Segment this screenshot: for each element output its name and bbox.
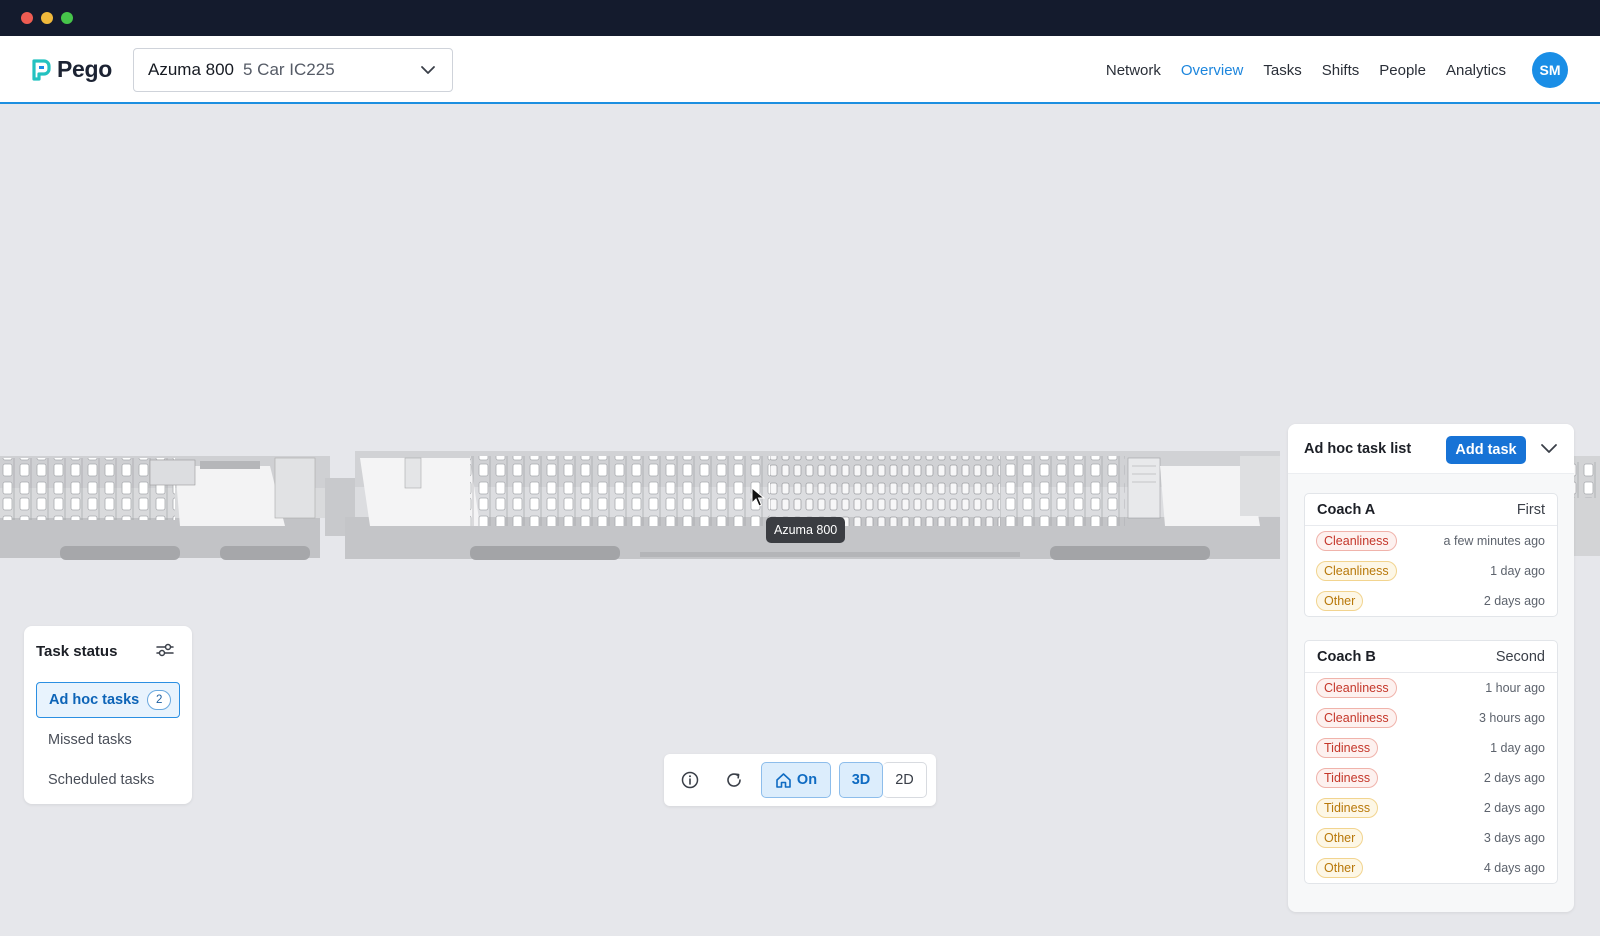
- home-toggle-label: On: [796, 772, 818, 788]
- task-category-tag: Other: [1316, 858, 1364, 878]
- filter-label: Ad hoc tasks: [49, 692, 140, 708]
- app-name: Pego: [57, 56, 113, 82]
- view-2d-button[interactable]: 2D: [883, 762, 927, 798]
- task-time: 4 days ago: [1483, 861, 1545, 875]
- pego-logo-icon: [32, 58, 51, 81]
- task-category-tag: Cleanliness: [1316, 708, 1397, 728]
- task-time: 2 days ago: [1483, 594, 1545, 608]
- coach-header[interactable]: Coach B Second: [1305, 641, 1557, 673]
- task-category-tag: Tidiness: [1316, 768, 1379, 788]
- task-time: 3 hours ago: [1478, 711, 1545, 725]
- task-category-tag: Other: [1316, 828, 1364, 848]
- nav-people[interactable]: People: [1379, 62, 1426, 79]
- refresh-icon: [727, 773, 741, 787]
- task-row[interactable]: Cleanliness a few minutes ago: [1305, 526, 1557, 556]
- filter-label: Missed tasks: [48, 732, 132, 748]
- view-toolbar: On 3D 2D: [664, 754, 936, 806]
- coach-card: Coach B Second Cleanliness 1 hour ago Cl…: [1304, 640, 1558, 884]
- task-category-tag: Cleanliness: [1316, 531, 1397, 551]
- task-row[interactable]: Cleanliness 3 hours ago: [1305, 703, 1557, 733]
- nav-network[interactable]: Network: [1106, 62, 1161, 79]
- coach-class: Second: [1495, 648, 1545, 665]
- ad-hoc-task-list-panel: Ad hoc task list Add task Coach A First …: [1288, 424, 1574, 912]
- close-window-button[interactable]: [21, 12, 33, 24]
- filter-scheduled-tasks[interactable]: Scheduled tasks: [36, 762, 180, 798]
- task-time: a few minutes ago: [1443, 534, 1545, 548]
- task-row[interactable]: Cleanliness 1 hour ago: [1305, 673, 1557, 703]
- nav-analytics[interactable]: Analytics: [1446, 62, 1506, 79]
- app-logo[interactable]: Pego: [31, 56, 112, 83]
- task-list-header: Ad hoc task list Add task: [1288, 424, 1574, 474]
- home-icon: [776, 772, 791, 788]
- task-time: 2 days ago: [1483, 801, 1545, 815]
- task-time: 1 hour ago: [1485, 681, 1545, 695]
- top-navigation-bar: Pego Azuma 800 5 Car IC225 Network Overv…: [0, 36, 1600, 104]
- task-category-tag: Other: [1316, 591, 1364, 611]
- main-nav: Network Overview Tasks Shifts People Ana…: [1106, 36, 1600, 104]
- nav-tasks[interactable]: Tasks: [1263, 62, 1301, 79]
- coach-class: First: [1516, 501, 1545, 518]
- maximize-window-button[interactable]: [61, 12, 73, 24]
- task-row[interactable]: Other 3 days ago: [1305, 823, 1557, 853]
- reset-view-button[interactable]: [716, 762, 752, 798]
- task-row[interactable]: Other 2 days ago: [1305, 586, 1557, 616]
- task-status-title: Task status: [36, 643, 118, 660]
- task-time: 1 day ago: [1490, 741, 1545, 755]
- chevron-down-icon[interactable]: [1539, 439, 1559, 459]
- add-task-button[interactable]: Add task: [1446, 436, 1526, 464]
- task-list-title: Ad hoc task list: [1304, 441, 1412, 457]
- filter-settings-icon[interactable]: [156, 642, 174, 658]
- home-toggle-button[interactable]: On: [761, 762, 831, 798]
- task-time: 2 days ago: [1483, 771, 1545, 785]
- coach-name: Coach B: [1317, 648, 1376, 665]
- task-category-tag: Cleanliness: [1316, 678, 1397, 698]
- user-avatar[interactable]: SM: [1532, 52, 1568, 88]
- task-category-tag: Tidiness: [1316, 798, 1379, 818]
- filter-missed-tasks[interactable]: Missed tasks: [36, 722, 180, 758]
- coach-name: Coach A: [1317, 501, 1376, 518]
- train-tooltip: Azuma 800: [766, 517, 846, 543]
- train-selector-dropdown[interactable]: Azuma 800 5 Car IC225: [133, 48, 453, 92]
- info-button[interactable]: [672, 762, 708, 798]
- filter-ad-hoc-tasks[interactable]: Ad hoc tasks 2: [36, 682, 180, 718]
- view-3d-button[interactable]: 3D: [839, 762, 883, 798]
- task-row[interactable]: Cleanliness 1 day ago: [1305, 556, 1557, 586]
- mouse-pointer-icon: [751, 487, 765, 507]
- coach-card: Coach A First Cleanliness a few minutes …: [1304, 493, 1558, 617]
- task-status-panel: Task status Ad hoc tasks 2 Missed tasks …: [24, 626, 192, 804]
- chevron-down-icon: [421, 66, 435, 74]
- nav-shifts[interactable]: Shifts: [1322, 62, 1360, 79]
- filter-label: Scheduled tasks: [48, 772, 155, 788]
- coach-header[interactable]: Coach A First: [1305, 494, 1557, 526]
- train-formation: 5 Car IC225: [243, 60, 335, 79]
- ad-hoc-count-badge: 2: [147, 690, 172, 710]
- train-name: Azuma 800: [148, 60, 234, 79]
- task-row[interactable]: Tidiness 2 days ago: [1305, 793, 1557, 823]
- task-category-tag: Tidiness: [1316, 738, 1379, 758]
- nav-overview[interactable]: Overview: [1181, 62, 1244, 79]
- task-time: 1 day ago: [1490, 564, 1545, 578]
- info-icon: [681, 771, 699, 789]
- task-row[interactable]: Other 4 days ago: [1305, 853, 1557, 883]
- window-titlebar: [0, 0, 1600, 36]
- task-time: 3 days ago: [1483, 831, 1545, 845]
- minimize-window-button[interactable]: [41, 12, 53, 24]
- task-category-tag: Cleanliness: [1316, 561, 1397, 581]
- task-row[interactable]: Tidiness 2 days ago: [1305, 763, 1557, 793]
- task-row[interactable]: Tidiness 1 day ago: [1305, 733, 1557, 763]
